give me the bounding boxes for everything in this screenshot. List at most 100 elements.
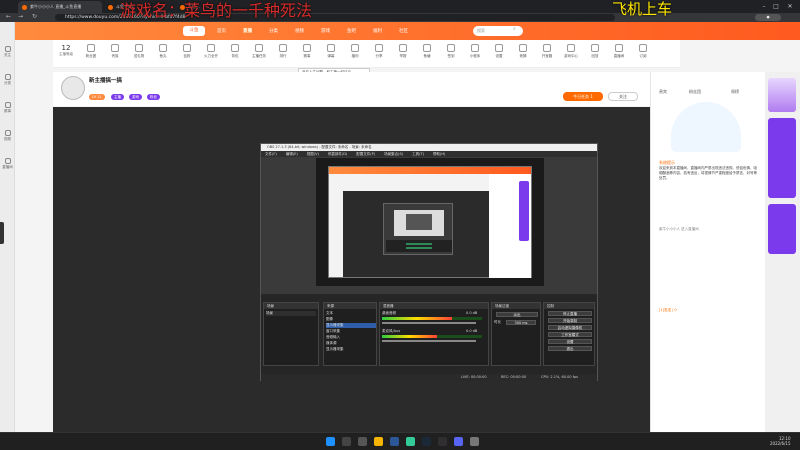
exit-button[interactable]: 退出 [548,346,592,351]
app-icon[interactable] [470,437,479,446]
toolbar-item[interactable]: 鱼塘 [417,44,437,59]
volume-slider[interactable] [382,322,476,324]
sidebar-item-follow[interactable]: 关注 [1,46,14,58]
tag-badge[interactable]: 主播 [111,94,124,100]
toolbar-item[interactable]: 签到 [441,44,461,59]
toolbar-item[interactable]: 分享 [369,44,389,59]
duration-label: 时长 [494,320,501,324]
source-item[interactable]: 图像 [326,317,333,322]
forward-icon[interactable]: → [18,13,23,20]
chat-tab[interactable]: 粉丝团 [689,89,701,95]
site-logo[interactable]: 斗鱼 [183,26,205,36]
obs-menu-item[interactable]: 帮助(H) [433,152,445,156]
obs-menu-item[interactable]: 文件(F) [265,152,277,156]
toolbar-item[interactable]: 赛事 [297,44,317,59]
toolbar-item[interactable]: 福利 [345,44,365,59]
obs-menu-item[interactable]: 场景集合(S) [384,152,403,156]
source-item[interactable]: 媒体源 [326,341,337,346]
toolbar-item[interactable]: 弹幕 [321,44,341,59]
source-item[interactable]: 窗口采集 [326,329,340,334]
edge-icon[interactable] [390,437,399,446]
reload-icon[interactable]: ↻ [32,13,37,20]
search-icon[interactable] [342,437,351,446]
nav-video[interactable]: 视频 [295,28,304,34]
stop-streaming-button[interactable]: 停止直播 [548,311,592,316]
sidebar-item-video[interactable]: 视频 [1,130,14,142]
scene-item[interactable]: 场景 [266,311,316,316]
chrome-icon[interactable] [406,437,415,446]
toolbar-item[interactable]: 贵族 [105,44,125,59]
obs-menu-item[interactable]: 停靠部件(D) [328,152,347,156]
tag-badge[interactable]: 粉丝 [147,94,160,100]
toolbar-item[interactable]: 开宝箱 [537,44,557,59]
obs-menu-item[interactable]: 编辑(E) [286,152,298,156]
follow-button[interactable]: 关注 [608,92,638,101]
source-item[interactable]: 显示器采集 [326,347,344,352]
steam-icon[interactable] [422,437,431,446]
transition-select[interactable]: 淡出 [496,312,538,317]
nav-category[interactable]: 分类 [269,28,278,34]
maximize-icon[interactable]: □ [772,3,780,11]
duration-input[interactable]: 300 ms [506,320,536,325]
nav-community[interactable]: 社区 [399,28,408,34]
obs-preview[interactable] [316,158,544,286]
activity-card[interactable] [768,118,796,198]
toolbar-item[interactable]: 背包 [225,44,245,59]
promo-card[interactable] [768,78,796,112]
chat-tab[interactable]: 贵宾 [659,89,667,95]
toolbar-item[interactable]: 举报 [393,44,413,59]
settings-button[interactable]: 设置 [548,339,592,344]
toolbar-item[interactable]: 排行 [273,44,293,59]
volume-slider[interactable] [382,340,476,342]
toolbar-item[interactable]: 火力全开 [201,44,221,59]
toolbar-item[interactable]: 设置 [489,44,509,59]
file-explorer-icon[interactable] [374,437,383,446]
discord-icon[interactable] [454,437,463,446]
activity-card[interactable] [768,204,796,254]
toolbar-item[interactable]: 竞猜 [513,44,533,59]
sidebar-item-room[interactable]: 直播间 [1,158,14,170]
nav-welfare[interactable]: 福利 [373,28,382,34]
windows-start-icon[interactable] [326,437,335,446]
mixer-dock-title: 混音器 [380,303,488,309]
obs-menu-item[interactable]: 配置文件(P) [356,152,375,156]
obs-icon[interactable] [438,437,447,446]
minimize-icon[interactable]: – [760,3,768,11]
tag-badge[interactable]: 游戏 [129,94,142,100]
source-item[interactable]: 显示器采集 [326,323,376,328]
task-view-icon[interactable] [358,437,367,446]
toolbar-item[interactable]: 游戏中心 [561,44,581,59]
toolbar-item-icon [615,44,623,52]
avatar[interactable] [61,76,85,100]
toolbar-item[interactable]: 钻粉 [177,44,197,59]
toolbar-item[interactable]: 粉丝团 [81,44,101,59]
sidebar-item-match[interactable]: 赛事 [1,102,14,114]
nav-home[interactable]: 首页 [217,28,226,34]
toolbar-item[interactable]: 订阅 [633,44,653,59]
chat-tab[interactable]: 周榜 [731,89,739,95]
sidebar-collapse-handle[interactable] [0,222,4,244]
obs-menu-item[interactable]: 工具(T) [412,152,424,156]
close-icon[interactable]: ✕ [786,3,794,11]
toolbar-item[interactable]: 主播任务 [249,44,269,59]
virtual-camera-button[interactable]: 启动虚拟摄像机 [548,325,592,330]
browser-tab[interactable]: 紫牛小小小人 直播_斗鱼直播 [18,1,102,13]
sidebar-item-category[interactable]: 分类 [1,74,14,86]
toolbar-item[interactable]: 小程序 [465,44,485,59]
back-icon[interactable]: ← [6,13,11,20]
nav-live[interactable]: 直播 [243,28,252,34]
toolbar-item[interactable]: 回放 [585,44,605,59]
obs-menu-item[interactable]: 视图(V) [307,152,319,156]
start-recording-button[interactable]: 开始录制 [548,318,592,323]
nav-fishbar[interactable]: 鱼吧 [347,28,356,34]
source-item[interactable]: 音频输入 [326,335,340,340]
toolbar-item[interactable]: 直播间 [609,44,629,59]
nav-game[interactable]: 游戏 [321,28,330,34]
studio-mode-button[interactable]: 工作室模式 [548,332,592,337]
task-button[interactable]: 今日任务 1 [563,92,603,101]
source-item[interactable]: 文本 [326,311,333,316]
toolbar-item[interactable]: 送礼物 [129,44,149,59]
toolbar-item[interactable]: 鱼丸 [153,44,173,59]
search-icon[interactable]: ⌕ [513,26,516,32]
profile-button[interactable]: ● [755,14,781,21]
